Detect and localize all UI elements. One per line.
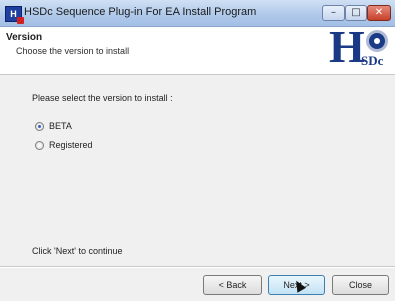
radio-label-beta[interactable]: BETA (49, 121, 72, 131)
radio-option-beta[interactable]: BETA (35, 120, 72, 132)
minimize-button[interactable]: – (322, 5, 345, 21)
gear-icon (369, 33, 385, 49)
logo-letter: H (329, 21, 365, 72)
page-subtitle: Choose the version to install (16, 46, 130, 56)
close-button[interactable]: Close (332, 275, 389, 295)
radio-button-registered[interactable] (35, 140, 44, 150)
radio-option-registered[interactable]: Registered (35, 139, 93, 151)
footer-divider (0, 266, 395, 268)
radio-button-beta[interactable] (35, 121, 44, 131)
maximize-button[interactable]: □ (345, 5, 367, 21)
hsdc-logo: H SDc (329, 24, 391, 72)
window-title: HSDc Sequence Plug-in For EA Install Pro… (24, 6, 257, 18)
header-panel: Version Choose the version to install H … (0, 24, 395, 75)
continue-instruction: Click 'Next' to continue (32, 246, 123, 256)
back-button[interactable]: < Back (203, 275, 262, 295)
page-title: Version (6, 32, 43, 43)
logo-text: SDc (361, 53, 384, 68)
app-icon[interactable]: H (5, 6, 24, 24)
close-window-button[interactable]: ✕ (367, 5, 391, 21)
version-prompt: Please select the version to install : (32, 93, 173, 103)
radio-label-registered[interactable]: Registered (49, 140, 93, 150)
installer-window: H HSDc Sequence Plug-in For EA Install P… (0, 0, 395, 301)
